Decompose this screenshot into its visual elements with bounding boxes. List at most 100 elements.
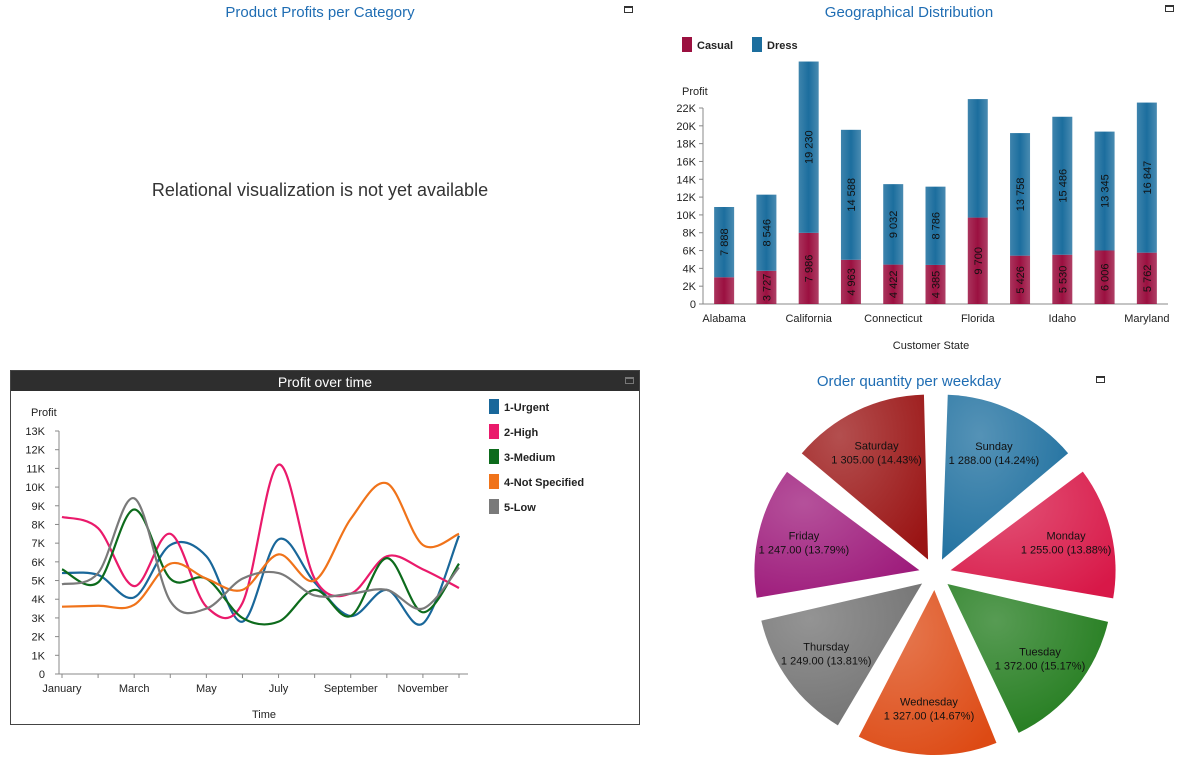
pie-slice-name: Wednesday [900,697,958,709]
geo-bar-chart: Casual Dress Profit 0 2K 4K 6K 8K 10K 12K 14K 16K 18… [676,37,1169,352]
bar-value-label: 8 786 [931,212,943,240]
x-tick-label: Idaho [1049,313,1077,325]
pie-slice-value: 1 327.00 (14.67%) [884,711,975,723]
geographical-distribution-panel: Geographical Distribution Casual Dress Pro… [640,0,1178,360]
x-tick-label: September [324,683,378,695]
y-tick-label: 2K [683,281,697,293]
x-axis-label: Customer State [893,340,969,352]
profit-line-chart: Profit 0 1K 2K 3K 4K 5K 6K 7K 8K 9K 10K 11K 12K 13K Jan… [25,399,584,721]
legend-label: 5-Low [504,502,536,514]
pie-slice-name: Monday [1047,531,1087,543]
pie-slice-name: Friday [789,531,820,543]
legend-swatch [489,399,499,414]
x-tick-label: Alabama [702,313,746,325]
legend-swatch [489,449,499,464]
x-tick-label: California [785,313,832,325]
bar-value-label: 6 006 [1100,263,1112,291]
profit-over-time-panel: Profit over time Profit 0 1K 2K 3K 4K 5K 6K 7K 8K… [10,370,640,725]
legend-swatch [682,37,692,52]
bar-value-label: 7 888 [719,228,731,256]
panel-title: Profit over time [11,371,639,391]
series-line-5-low[interactable] [61,497,460,615]
legend-swatch [752,37,762,52]
x-tick-label: January [42,683,82,695]
y-tick-label: 18K [676,139,696,151]
product-profits-panel: Product Profits per Category Relational … [0,0,640,355]
legend-label: 3-Medium [504,452,556,464]
bar-value-label: 9 032 [888,211,900,239]
weekday-order-panel: Order quantity per weekday Sunday 1 288.0… [640,364,1178,758]
y-tick-label: 12K [25,445,45,457]
legend-swatch [489,424,499,439]
bar-value-label: 14 588 [846,178,858,212]
weekday-pie-chart: Sunday 1 288.00 (14.24%) Monday 1 255.00 (1… [754,394,1116,755]
legend-label: 1-Urgent [504,402,550,414]
legend-label: 2-High [504,427,539,439]
y-tick-label: 20K [676,121,696,133]
panel-title: Product Profits per Category [225,4,415,21]
bar-value-label: 4 385 [931,271,943,299]
bar-value-label: 4 963 [846,268,858,296]
x-tick-label: Florida [961,313,996,325]
y-tick-label: 13K [25,426,45,438]
legend-label: 4-Not Specified [504,477,584,489]
series-line-4-not-specified[interactable] [61,481,460,610]
pie-slice-value: 1 255.00 (13.88%) [1021,545,1112,557]
bar-value-label: 5 530 [1057,266,1069,294]
y-tick-label: 0 [39,669,45,681]
y-tick-label: 5K [32,576,46,588]
bar-value-label: 5 762 [1142,265,1154,293]
y-tick-label: 4K [32,594,46,606]
legend-label: Dress [767,40,798,52]
x-axis-label: Time [252,709,276,721]
bar-dress[interactable] [967,99,988,218]
not-available-message: Relational visualization is not yet avai… [151,180,489,200]
pie-slice-value: 1 288.00 (14.24%) [949,455,1040,467]
bar-value-label: 15 486 [1057,169,1069,203]
bar-value-label: 5 426 [1015,266,1027,294]
bar-value-label: 9 700 [973,247,985,275]
bar-value-label: 4 422 [888,271,900,299]
x-tick-label: Maryland [1124,313,1169,325]
y-tick-label: 10K [25,482,45,494]
bar-value-label: 7 986 [804,255,816,283]
y-tick-label: 9K [32,501,46,513]
x-tick-label: May [196,683,217,695]
y-tick-label: 8K [683,228,697,240]
y-tick-label: 16K [676,156,696,168]
pie-slice-value: 1 305.00 (14.43%) [831,455,922,467]
pie-slice-name: Sunday [975,441,1013,453]
x-tick-label: March [119,683,150,695]
legend-swatch [489,499,499,514]
series-line-1-urgent[interactable] [61,535,461,626]
bar-value-label: 3 727 [761,274,773,302]
y-tick-label: 10K [676,210,696,222]
bar-value-label: 13 758 [1015,178,1027,212]
y-tick-label: 6K [32,557,46,569]
y-tick-label: 3K [32,613,46,625]
legend-label: Casual [697,40,733,52]
y-tick-label: 4K [683,263,697,275]
y-axis-label: Profit [31,407,57,419]
y-tick-label: 2K [32,632,46,644]
y-tick-label: 22K [676,103,696,115]
pie-slice-value: 1 372.00 (15.17%) [995,661,1086,673]
x-tick-label: July [269,683,289,695]
y-tick-label: 0 [690,299,696,311]
y-tick-label: 11K [26,463,45,475]
bar-value-label: 19 230 [804,130,816,164]
y-tick-label: 7K [32,538,46,550]
maximize-icon[interactable] [625,377,634,384]
y-tick-label: 1K [32,650,46,662]
legend-swatch [489,474,499,489]
pie-slice-value: 1 247.00 (13.79%) [759,545,850,557]
y-tick-label: 6K [683,246,697,258]
y-tick-label: 12K [676,192,696,204]
bar-casual[interactable] [714,277,735,304]
pie-slice-value: 1 249.00 (13.81%) [781,656,872,668]
bar-value-label: 8 546 [761,219,773,247]
pie-slice-name: Saturday [855,441,900,453]
y-tick-label: 14K [676,174,696,186]
x-tick-label: Connecticut [864,313,922,325]
maximize-icon[interactable] [624,6,633,13]
